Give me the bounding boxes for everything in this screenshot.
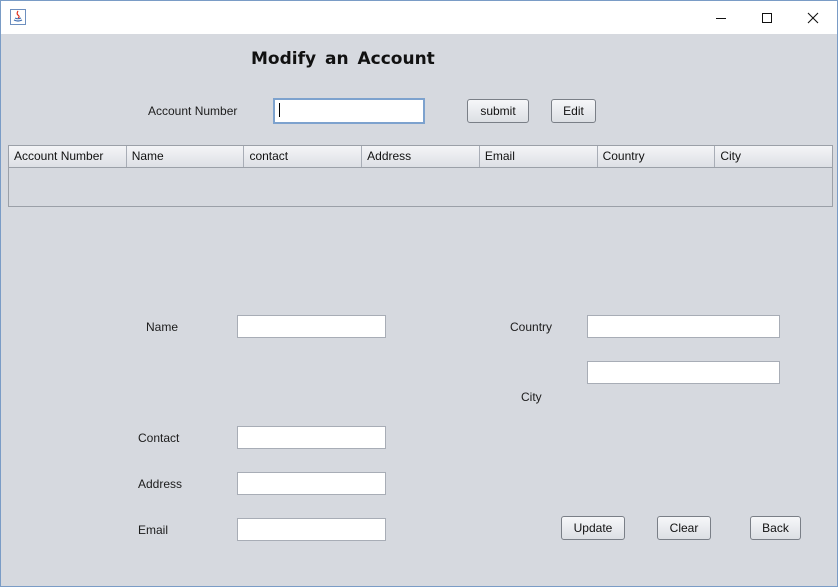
email-input[interactable] bbox=[237, 518, 386, 541]
maximize-button[interactable] bbox=[744, 1, 790, 34]
contact-input[interactable] bbox=[237, 426, 386, 449]
java-app-icon bbox=[10, 9, 26, 25]
account-number-label: Account Number bbox=[148, 104, 238, 118]
column-header-contact[interactable]: contact bbox=[244, 146, 363, 167]
column-header-account-number[interactable]: Account Number bbox=[9, 146, 127, 167]
city-input[interactable] bbox=[587, 361, 780, 384]
content-panel: Modify an Account Account Number submit … bbox=[5, 34, 833, 582]
minimize-icon bbox=[716, 17, 726, 19]
submit-button[interactable]: submit bbox=[467, 99, 529, 123]
address-input[interactable] bbox=[237, 472, 386, 495]
table-header: Account Number Name contact Address Emai… bbox=[9, 146, 832, 168]
column-header-city[interactable]: City bbox=[715, 146, 832, 167]
close-icon bbox=[807, 12, 819, 23]
page-title: Modify an Account bbox=[251, 49, 435, 69]
city-label: City bbox=[521, 390, 542, 404]
clear-button[interactable]: Clear bbox=[657, 516, 711, 540]
edit-button[interactable]: Edit bbox=[551, 99, 596, 123]
close-button[interactable] bbox=[790, 1, 836, 34]
name-label: Name bbox=[146, 320, 179, 334]
back-button[interactable]: Back bbox=[750, 516, 801, 540]
minimize-button[interactable] bbox=[698, 1, 744, 34]
column-header-email[interactable]: Email bbox=[480, 146, 598, 167]
column-header-address[interactable]: Address bbox=[362, 146, 480, 167]
text-caret bbox=[279, 103, 280, 117]
update-button[interactable]: Update bbox=[561, 516, 625, 540]
column-header-name[interactable]: Name bbox=[127, 146, 245, 167]
country-label: Country bbox=[510, 320, 553, 334]
name-input[interactable] bbox=[237, 315, 386, 338]
table-body[interactable] bbox=[9, 168, 832, 207]
app-window: Modify an Account Account Number submit … bbox=[0, 0, 838, 587]
column-header-country[interactable]: Country bbox=[598, 146, 716, 167]
email-label: Email bbox=[138, 523, 169, 537]
country-input[interactable] bbox=[587, 315, 780, 338]
title-bar bbox=[1, 1, 837, 34]
contact-label: Contact bbox=[138, 431, 180, 445]
address-label: Address bbox=[138, 477, 183, 491]
maximize-icon bbox=[762, 12, 772, 23]
accounts-table[interactable]: Account Number Name contact Address Emai… bbox=[8, 145, 833, 207]
account-number-input[interactable] bbox=[273, 98, 425, 124]
